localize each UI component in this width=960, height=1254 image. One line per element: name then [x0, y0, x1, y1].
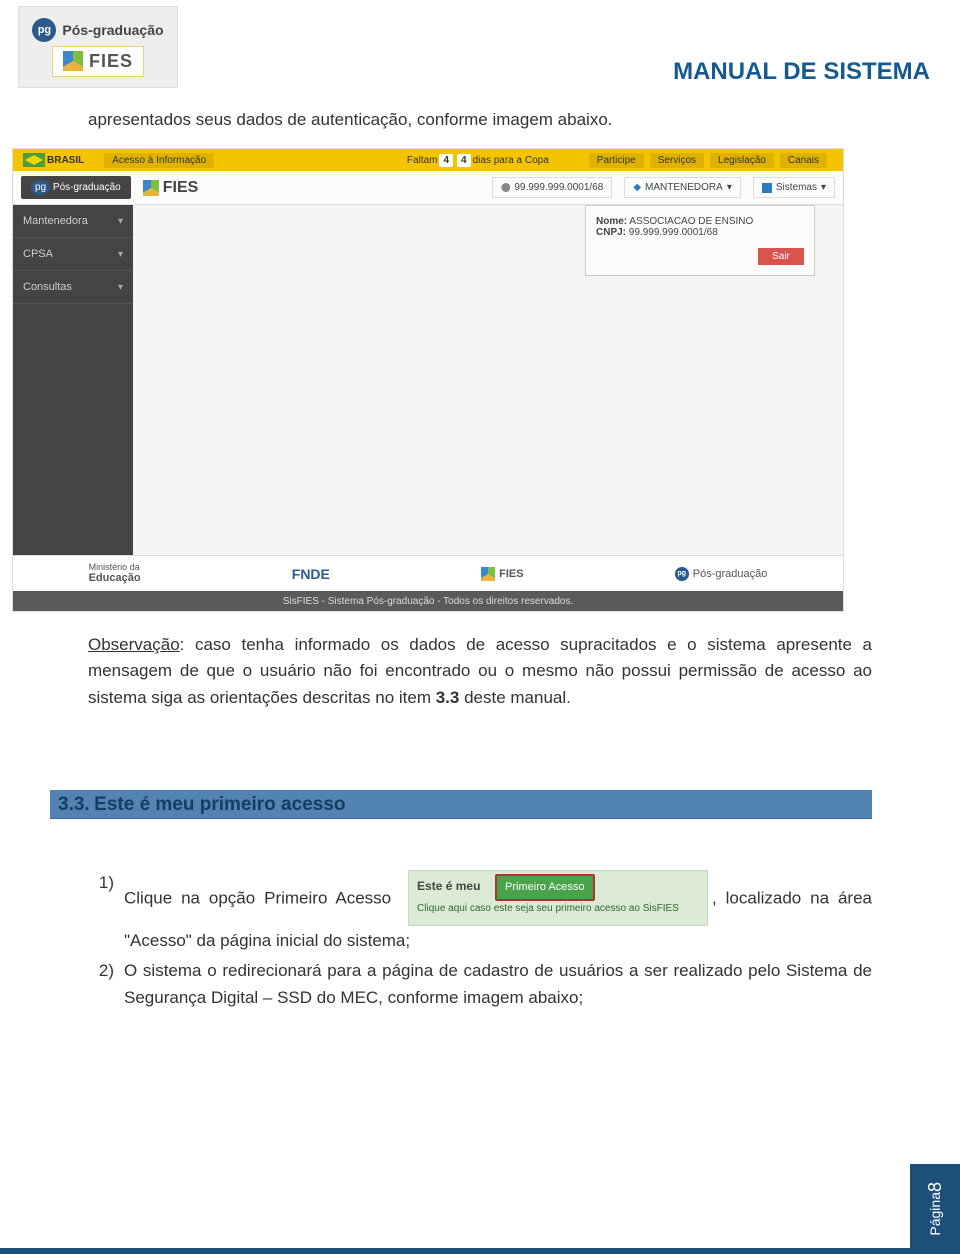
chevron-down-icon: ▾ [118, 216, 123, 227]
footer-pg: pg Pós-graduação [675, 567, 768, 581]
doc-header-logo: pg Pós-graduação FIES [18, 6, 178, 88]
topbar-brasil: BRASIL [47, 155, 84, 166]
intro-paragraph: apresentados seus dados de autenticação,… [88, 110, 872, 130]
pg-row: pg Pós-graduação [32, 18, 163, 42]
section-title: Este é meu primeiro acesso [94, 794, 345, 815]
popover-nome-value: ASSOCIACAO DE ENSINO [629, 216, 753, 227]
topbar-faltam: Faltam [407, 155, 438, 166]
step-2-num: 2) [88, 958, 114, 984]
fies-icon [63, 51, 83, 71]
brazil-flag-icon [23, 153, 45, 167]
user-id-display[interactable]: 99.999.999.0001/68 [492, 177, 612, 198]
grid-icon [762, 183, 772, 193]
footer-logos: Ministério da Educação FNDE FIES pg Pós-… [13, 555, 843, 591]
popover-cnpj-label: CNPJ: [596, 227, 626, 238]
ribbon-fies: FIES [143, 179, 199, 197]
primeiro-acesso-button[interactable]: Primeiro Acesso [495, 874, 594, 901]
section-number: 3.3. [58, 794, 90, 815]
sidebar-item-consultas[interactable]: Consultas▾ [13, 271, 133, 304]
section-header: 3.3. Este é meu primeiro acesso [50, 790, 872, 819]
sistemas-dropdown[interactable]: Sistemas ▾ [753, 177, 835, 198]
step-1-text-a: Clique na opção Primeiro Acesso [124, 888, 391, 907]
sidebar: Mantenedora▾ CPSA▾ Consultas▾ [13, 205, 133, 555]
mantenedora-dropdown[interactable]: ◆ MANTENEDORA ▾ [624, 177, 741, 198]
count-2: 4 [457, 154, 471, 167]
chevron-down-icon: ▾ [118, 249, 123, 260]
step-2-text: O sistema o redirecionará para a página … [124, 961, 872, 1006]
observacao-label: Observação [88, 635, 180, 654]
app-ribbon: pg Pós-graduação FIES 99.999.999.0001/68… [13, 171, 843, 205]
doc-title: MANUAL DE SISTEMA [673, 58, 930, 86]
popover-nome-label: Nome: [596, 216, 627, 227]
footer-ministerio: Ministério da Educação [89, 563, 141, 585]
app-body: Mantenedora▾ CPSA▾ Consultas▾ Nome: ASSO… [13, 205, 843, 555]
fies-row: FIES [52, 46, 144, 77]
steps-list: 1) Clique na opção Primeiro Acesso Este … [88, 870, 872, 1011]
footer-rights: SisFIES - Sistema Pós-graduação - Todos … [13, 591, 843, 611]
pg-badge-icon: pg [32, 18, 56, 42]
topbar-participe[interactable]: Participe [589, 153, 644, 168]
fies-label: FIES [89, 51, 133, 72]
page-footer-bar [0, 1248, 960, 1254]
pg-label: Pós-graduação [62, 22, 163, 38]
pg-badge-icon: pg [675, 567, 689, 581]
topbar-servicos[interactable]: Serviços [650, 153, 704, 168]
user-popover: Nome: ASSOCIACAO DE ENSINO CNPJ: 99.999.… [585, 205, 815, 276]
fies-icon [143, 180, 159, 196]
observacao-paragraph: Observação: caso tenha informado os dado… [88, 632, 872, 711]
primeiro-hint: Clique aqui caso este seja seu primeiro … [417, 901, 679, 917]
topbar-canais[interactable]: Canais [780, 153, 827, 168]
sidebar-item-mantenedora[interactable]: Mantenedora▾ [13, 205, 133, 238]
page-number-box: Página8 [910, 1164, 960, 1254]
popover-cnpj-value: 99.999.999.0001/68 [629, 227, 718, 238]
main-area: Nome: ASSOCIACAO DE ENSINO CNPJ: 99.999.… [133, 205, 843, 555]
chevron-down-icon: ▾ [118, 282, 123, 293]
primeiro-acesso-inline: Este é meu Primeiro Acesso Clique aqui c… [408, 870, 708, 926]
footer-fies: FIES [481, 567, 523, 581]
topbar-legislacao[interactable]: Legislação [710, 153, 774, 168]
topbar-acesso-info[interactable]: Acesso à Informação [104, 153, 214, 168]
person-icon [501, 183, 510, 192]
primeiro-prefix: Este é meu [417, 877, 480, 896]
topbar-dias: dias para a Copa [473, 155, 549, 166]
ribbon-pg-badge: pg Pós-graduação [21, 176, 131, 199]
embedded-screenshot: BRASIL Acesso à Informação Faltam 4 4 di… [12, 148, 844, 612]
footer-fnde: FNDE [292, 566, 330, 582]
chevron-down-icon: ▾ [727, 182, 732, 193]
chevron-down-icon: ▾ [821, 182, 826, 193]
step-1-num: 1) [88, 870, 114, 896]
fies-icon [481, 567, 495, 581]
sidebar-item-cpsa[interactable]: CPSA▾ [13, 238, 133, 271]
gov-topbar: BRASIL Acesso à Informação Faltam 4 4 di… [13, 149, 843, 171]
sair-button[interactable]: Sair [758, 248, 804, 265]
count-1: 4 [439, 154, 453, 167]
